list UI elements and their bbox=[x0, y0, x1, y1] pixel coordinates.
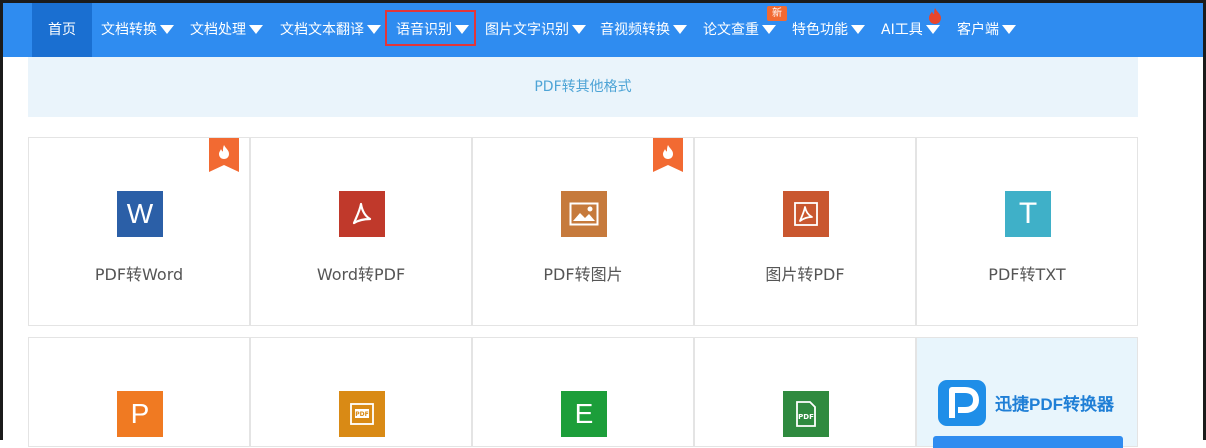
nav-doc-translate-label: 文档文本翻译 bbox=[280, 22, 364, 38]
tile-label: 图片转PDF bbox=[765, 265, 845, 284]
nav-doc-convert[interactable]: 文档转换 bbox=[101, 3, 174, 57]
text-icon: T bbox=[1005, 191, 1051, 237]
tile-row2-4[interactable]: PDF bbox=[694, 337, 916, 447]
download-button[interactable] bbox=[933, 436, 1123, 448]
svg-text:PDF: PDF bbox=[355, 411, 368, 418]
nav-selection-highlight bbox=[385, 10, 476, 46]
image-icon bbox=[561, 191, 607, 237]
tile-image-to-pdf[interactable]: 图片转PDF bbox=[694, 137, 916, 326]
chevron-down-icon bbox=[1002, 24, 1016, 34]
tile-label: PDF转TXT bbox=[988, 265, 1066, 284]
chevron-down-icon bbox=[851, 24, 865, 34]
tile-label: PDF转图片 bbox=[543, 265, 623, 284]
tile-row2-2[interactable]: PDF bbox=[250, 337, 472, 447]
svg-text:PDF: PDF bbox=[798, 413, 814, 421]
new-badge: 新 bbox=[767, 6, 787, 21]
acrobat-icon bbox=[783, 191, 829, 237]
tile-pdf-to-image[interactable]: PDF转图片 bbox=[472, 137, 694, 326]
top-navbar: 首页 文档转换 文档处理 文档文本翻译 语音识别 图片文字识别 音视频转换 论文… bbox=[3, 3, 1203, 57]
nav-doc-convert-label: 文档转换 bbox=[101, 22, 157, 38]
nav-thesis-check-label: 论文查重 bbox=[703, 22, 759, 38]
pdf-document-icon: PDF bbox=[339, 391, 385, 437]
promo-title: 迅捷PDF转换器 bbox=[995, 395, 1114, 414]
nav-doc-translate[interactable]: 文档文本翻译 bbox=[280, 3, 381, 57]
nav-av-convert-label: 音视频转换 bbox=[600, 22, 670, 38]
app-logo-icon bbox=[938, 380, 986, 426]
chevron-down-icon bbox=[925, 24, 940, 34]
chevron-down-icon bbox=[249, 24, 263, 34]
nav-client-label: 客户端 bbox=[957, 22, 999, 38]
nav-features[interactable]: 特色功能 bbox=[792, 3, 865, 57]
word-icon: W bbox=[117, 191, 163, 237]
promo-tile[interactable]: 迅捷PDF转换器 bbox=[916, 337, 1138, 448]
tile-row2-1[interactable]: P bbox=[28, 337, 250, 447]
pdf-document-icon: PDF bbox=[783, 391, 829, 437]
tile-pdf-to-word[interactable]: W PDF转Word bbox=[28, 137, 250, 326]
nav-av-convert[interactable]: 音视频转换 bbox=[600, 3, 687, 57]
tile-row2-3[interactable]: E bbox=[472, 337, 694, 447]
hot-ribbon-icon bbox=[653, 138, 683, 172]
nav-image-ocr[interactable]: 图片文字识别 bbox=[485, 3, 586, 57]
window-frame-left bbox=[0, 0, 3, 440]
section-title: PDF转其他格式 bbox=[28, 57, 1138, 117]
chevron-down-icon bbox=[762, 24, 776, 34]
nav-doc-process-label: 文档处理 bbox=[190, 22, 246, 38]
nav-ai-tools-label: AI工具 bbox=[881, 22, 923, 38]
chevron-down-icon bbox=[673, 24, 687, 34]
nav-image-ocr-label: 图片文字识别 bbox=[485, 22, 569, 38]
excel-icon: E bbox=[561, 391, 607, 437]
nav-thesis-check[interactable]: 论文查重 bbox=[703, 3, 776, 57]
tile-label: Word转PDF bbox=[316, 265, 406, 284]
nav-features-label: 特色功能 bbox=[792, 22, 848, 38]
nav-client[interactable]: 客户端 bbox=[957, 3, 1016, 57]
flame-icon bbox=[929, 8, 941, 24]
tile-pdf-to-txt[interactable]: T PDF转TXT bbox=[916, 137, 1138, 326]
chevron-down-icon bbox=[160, 24, 174, 34]
nav-doc-process[interactable]: 文档处理 bbox=[190, 3, 263, 57]
hot-ribbon-icon bbox=[209, 138, 239, 172]
nav-home[interactable]: 首页 bbox=[32, 3, 92, 57]
chevron-down-icon bbox=[572, 24, 586, 34]
acrobat-icon bbox=[339, 191, 385, 237]
tile-word-to-pdf[interactable]: Word转PDF bbox=[250, 137, 472, 326]
powerpoint-icon: P bbox=[117, 391, 163, 437]
chevron-down-icon bbox=[367, 24, 381, 34]
tile-label: PDF转Word bbox=[94, 265, 184, 284]
